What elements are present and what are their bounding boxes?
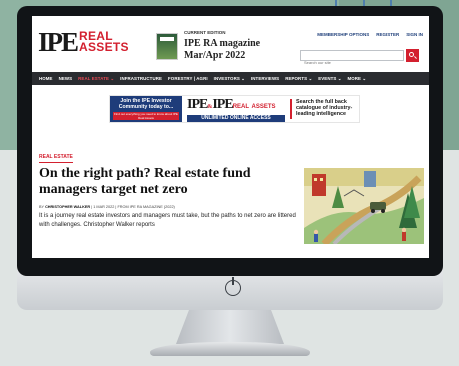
byline-date-source: | 1 MAR 2022 | FROM IPE RA MAGAZINE (202… <box>90 205 175 209</box>
unlimited-access-ad[interactable]: IPE&IPEREAL ASSETS UNLIMITED ONLINE ACCE… <box>187 98 285 122</box>
nav-item-real-estate[interactable]: REAL ESTATE ⌄ <box>78 76 114 82</box>
site-header: IPE REAL ASSETS CURRENT EDITION IPE RA m… <box>32 16 429 71</box>
sign-in-link[interactable]: SIGN IN <box>406 32 423 37</box>
power-icon[interactable] <box>225 277 241 296</box>
investor-community-subtitle: Find out everything you need to know abo… <box>113 112 179 120</box>
investor-community-ad[interactable]: Join the IPE Investor Community today to… <box>110 96 182 122</box>
search-button[interactable] <box>406 49 419 62</box>
account-links: MEMBERSHIP OPTIONS REGISTER SIGN IN <box>317 32 423 37</box>
banner-logo-ipe-ra: IPE <box>212 97 233 112</box>
banner-logos: IPE&IPEREAL ASSETS <box>187 98 285 114</box>
article-headline[interactable]: On the right path? Real estate fund mana… <box>39 166 301 198</box>
nav-item-more[interactable]: MORE ⌄ <box>348 76 367 82</box>
nav-item-home[interactable]: HOME <box>39 76 53 81</box>
section-label[interactable]: REAL ESTATE <box>39 154 73 163</box>
author-link[interactable]: CHRISTOPHER WALKER <box>45 205 90 209</box>
logo-ipe: IPE <box>38 27 79 57</box>
browser-screen: IPE REAL ASSETS CURRENT EDITION IPE RA m… <box>32 16 429 258</box>
search-icon-handle <box>414 56 417 59</box>
nav-item-investors[interactable]: INVESTORS ⌄ <box>214 76 245 82</box>
article-standfirst: It is a journey real estate investors an… <box>39 213 296 228</box>
edition-title[interactable]: IPE RA magazine <box>184 38 260 49</box>
search-input[interactable] <box>301 58 403 67</box>
membership-options-link[interactable]: MEMBERSHIP OPTIONS <box>317 32 369 37</box>
investor-community-title: Join the IPE Investor Community today to… <box>118 98 174 110</box>
banner-logo-real: REAL <box>232 104 250 110</box>
magazine-cover-thumbnail[interactable] <box>156 33 178 60</box>
ad-banner[interactable]: Join the IPE Investor Community today to… <box>109 95 360 123</box>
nav-item-news[interactable]: NEWS <box>59 76 73 81</box>
article-byline: BY CHRISTOPHER WALKER | 1 MAR 2022 | FRO… <box>39 205 175 209</box>
logo-real-assets: REAL ASSETS <box>79 30 129 54</box>
nav-item-interviews[interactable]: INTERVIEWS <box>251 76 279 81</box>
monitor-base <box>150 342 310 356</box>
nav-item-reports[interactable]: REPORTS ⌄ <box>285 76 312 82</box>
back-catalogue-text: Search the full back catalogue of indust… <box>290 99 358 119</box>
monitor-neck <box>176 310 284 344</box>
logo-assets: ASSETS <box>79 40 129 54</box>
banner-logo-assets: ASSETS <box>251 104 276 110</box>
site-logo[interactable]: IPE REAL ASSETS <box>38 27 129 57</box>
edition-issue: Mar/Apr 2022 <box>184 50 246 61</box>
banner-logo-ipe: IPE <box>187 97 208 112</box>
nav-item-events[interactable]: EVENTS ⌄ <box>318 76 341 82</box>
search-box <box>300 50 404 67</box>
nav-item-infrastructure[interactable]: INFRASTRUCTURE <box>120 76 162 81</box>
article-illustration[interactable] <box>304 168 424 244</box>
edition-label: CURRENT EDITION <box>184 30 226 35</box>
main-nav: HOME NEWS REAL ESTATE ⌄ INFRASTRUCTURE F… <box>32 72 429 85</box>
unlimited-access-label: UNLIMITED ONLINE ACCESS <box>187 115 285 122</box>
register-link[interactable]: REGISTER <box>376 32 399 37</box>
nav-item-forestry-agri[interactable]: FORESTRY | AGRI <box>168 76 208 81</box>
